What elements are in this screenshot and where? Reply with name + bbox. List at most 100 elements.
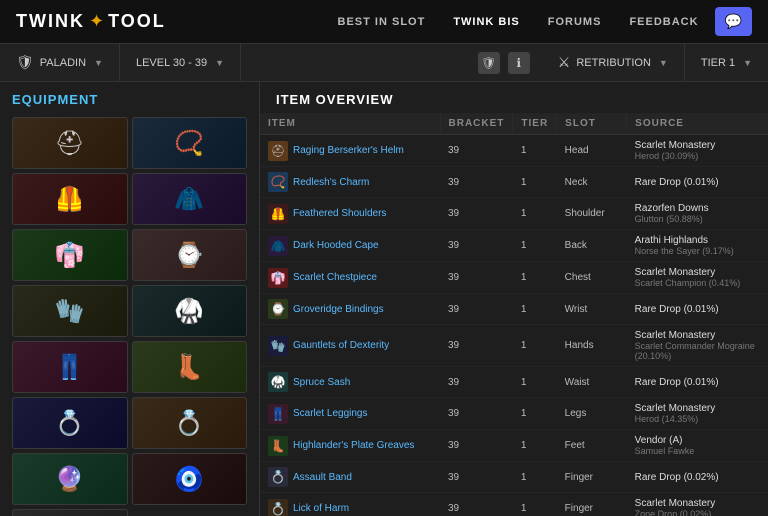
equip-slot-trinket2[interactable]: 🧿 <box>132 453 248 505</box>
table-header: ITEM BRACKET TIER SLOT SOURCE <box>260 113 768 135</box>
equip-slot-feet[interactable]: 👢 <box>132 341 248 393</box>
item-tier-2: 1 <box>513 198 557 230</box>
item-tier-9: 1 <box>513 430 557 462</box>
item-tier-10: 1 <box>513 462 557 493</box>
discord-button[interactable]: 💬 <box>715 7 752 36</box>
equip-slot-legs[interactable]: 👖 <box>12 341 128 393</box>
logo-text2: TOOL <box>108 11 166 32</box>
item-source-0: Scarlet Monastery Herod (30.09%) <box>627 135 768 167</box>
slot-icon-waist: 🥋 <box>168 290 210 332</box>
item-source-3: Arathi Highlands Norse the Sayer (9.17%) <box>627 230 768 262</box>
table-row: 🧤 Gauntlets of Dexterity 39 1 Hands Scar… <box>260 325 768 367</box>
item-slot-7: Waist <box>557 367 627 398</box>
equip-slot-waist[interactable]: 🥋 <box>132 285 248 337</box>
item-bracket-6: 39 <box>440 325 513 367</box>
equip-slot-wrist[interactable]: ⌚ <box>132 229 248 281</box>
item-tier-7: 1 <box>513 367 557 398</box>
item-icon-10: 💍 <box>268 467 288 487</box>
item-bracket-11: 39 <box>440 493 513 516</box>
item-link-5[interactable]: Groveridge Bindings <box>293 304 384 315</box>
logo: TWINK ✦ TOOL <box>16 11 166 32</box>
nav-feedback[interactable]: FEEDBACK <box>617 10 710 34</box>
item-icon-5: ⌚ <box>268 299 288 319</box>
equip-slot-trinket1[interactable]: 🔮 <box>12 453 128 505</box>
item-tier-8: 1 <box>513 398 557 430</box>
item-tier-0: 1 <box>513 135 557 167</box>
item-link-8[interactable]: Scarlet Leggings <box>293 408 368 419</box>
item-link-0[interactable]: Raging Berserker's Helm <box>293 145 404 156</box>
slot-icon-shoulder: 🦺 <box>49 178 91 220</box>
item-overview-title: ITEM OVERVIEW <box>260 82 768 113</box>
item-slot-0: Head <box>557 135 627 167</box>
col-source-header: SOURCE <box>627 113 768 135</box>
item-tier-11: 1 <box>513 493 557 516</box>
item-link-9[interactable]: Highlander's Plate Greaves <box>293 440 414 451</box>
table-row: 👖 Scarlet Leggings 39 1 Legs Scarlet Mon… <box>260 398 768 430</box>
nav-twink-bis[interactable]: TWINK BIS <box>441 10 531 34</box>
item-name-cell-7: 🥋 Spruce Sash <box>260 367 440 398</box>
table-row: 👢 Highlander's Plate Greaves 39 1 Feet V… <box>260 430 768 462</box>
item-name-cell-0: ⛑ Raging Berserker's Helm <box>260 135 440 167</box>
col-bracket-header: BRACKET <box>440 113 513 135</box>
item-link-3[interactable]: Dark Hooded Cape <box>293 240 379 251</box>
item-link-7[interactable]: Spruce Sash <box>293 377 350 388</box>
item-icon-11: 💍 <box>268 499 288 516</box>
spec-label: RETRIBUTION <box>576 57 651 69</box>
item-bracket-1: 39 <box>440 167 513 198</box>
level-label: LEVEL 30 - 39 <box>136 57 207 69</box>
equip-slot-neck[interactable]: 📿 <box>132 117 248 169</box>
item-link-11[interactable]: Lick of Harm <box>293 503 349 514</box>
item-source-4: Scarlet Monastery Scarlet Champion (0.41… <box>627 262 768 294</box>
item-source-11: Scarlet Monastery Zone Drop (0.02%) <box>627 493 768 516</box>
equipment-grid: ⛑📿🦺🧥👘⌚🧤🥋👖👢💍💍🔮🧿⚔ <box>0 113 259 516</box>
info-icon[interactable]: ℹ <box>508 52 530 74</box>
toolbar: 🛡 PALADIN ▼ LEVEL 30 - 39 ▼ 🛡 ℹ ⚔ RETRIB… <box>0 44 768 82</box>
equip-slot-weapon[interactable]: ⚔ <box>12 509 128 516</box>
equipment-title: EQUIPMENT <box>0 82 259 113</box>
equip-slot-chest[interactable]: 👘 <box>12 229 128 281</box>
slot-icon-finger2: 💍 <box>168 402 210 444</box>
item-link-2[interactable]: Feathered Shoulders <box>293 208 386 219</box>
toolbar-icons: 🛡 ℹ <box>466 52 542 74</box>
tier-selector[interactable]: TIER 1 ▼ <box>685 44 768 81</box>
equip-slot-shoulder[interactable]: 🦺 <box>12 173 128 225</box>
equip-slot-finger1[interactable]: 💍 <box>12 397 128 449</box>
equip-slot-hands[interactable]: 🧤 <box>12 285 128 337</box>
item-bracket-4: 39 <box>440 262 513 294</box>
item-link-6[interactable]: Gauntlets of Dexterity <box>293 340 389 351</box>
item-source-5: Rare Drop (0.01%) <box>627 294 768 325</box>
equip-slot-finger2[interactable]: 💍 <box>132 397 248 449</box>
item-slot-6: Hands <box>557 325 627 367</box>
item-icon-9: 👢 <box>268 436 288 456</box>
table-row: 🦺 Feathered Shoulders 39 1 Shoulder Razo… <box>260 198 768 230</box>
item-name-cell-1: 📿 Redlesh's Charm <box>260 167 440 198</box>
item-name-cell-5: ⌚ Groveridge Bindings <box>260 294 440 325</box>
logo-text: TWINK <box>16 11 85 32</box>
table-row: 📿 Redlesh's Charm 39 1 Neck Rare Drop (0… <box>260 167 768 198</box>
table-row: 🥋 Spruce Sash 39 1 Waist Rare Drop (0.01… <box>260 367 768 398</box>
table-row: 💍 Assault Band 39 1 Finger Rare Drop (0.… <box>260 462 768 493</box>
item-source-2: Razorfen Downs Glutton (50.88%) <box>627 198 768 230</box>
class-selector[interactable]: 🛡 PALADIN ▼ <box>0 44 120 81</box>
item-link-4[interactable]: Scarlet Chestpiece <box>293 272 377 283</box>
nav-forums[interactable]: FORUMS <box>536 10 614 34</box>
slot-icon-legs: 👖 <box>49 346 91 388</box>
nav-best-in-slot[interactable]: BEST IN SLOT <box>326 10 438 34</box>
item-tier-5: 1 <box>513 294 557 325</box>
item-link-1[interactable]: Redlesh's Charm <box>293 177 369 188</box>
slot-icon-wrist: ⌚ <box>168 234 210 276</box>
item-name-cell-3: 🧥 Dark Hooded Cape <box>260 230 440 262</box>
spec-selector[interactable]: ⚔ RETRIBUTION ▼ <box>542 44 685 81</box>
item-slot-4: Chest <box>557 262 627 294</box>
item-source-1: Rare Drop (0.01%) <box>627 167 768 198</box>
spec-icon: ⚔ <box>558 54 571 71</box>
tier-label: TIER 1 <box>701 57 735 69</box>
protection-icon[interactable]: 🛡 <box>478 52 500 74</box>
equip-slot-back[interactable]: 🧥 <box>132 173 248 225</box>
item-icon-0: ⛑ <box>268 141 288 161</box>
equip-slot-helm[interactable]: ⛑ <box>12 117 128 169</box>
item-icon-2: 🦺 <box>268 204 288 224</box>
item-tier-1: 1 <box>513 167 557 198</box>
item-link-10[interactable]: Assault Band <box>293 472 352 483</box>
level-selector[interactable]: LEVEL 30 - 39 ▼ <box>120 44 241 81</box>
